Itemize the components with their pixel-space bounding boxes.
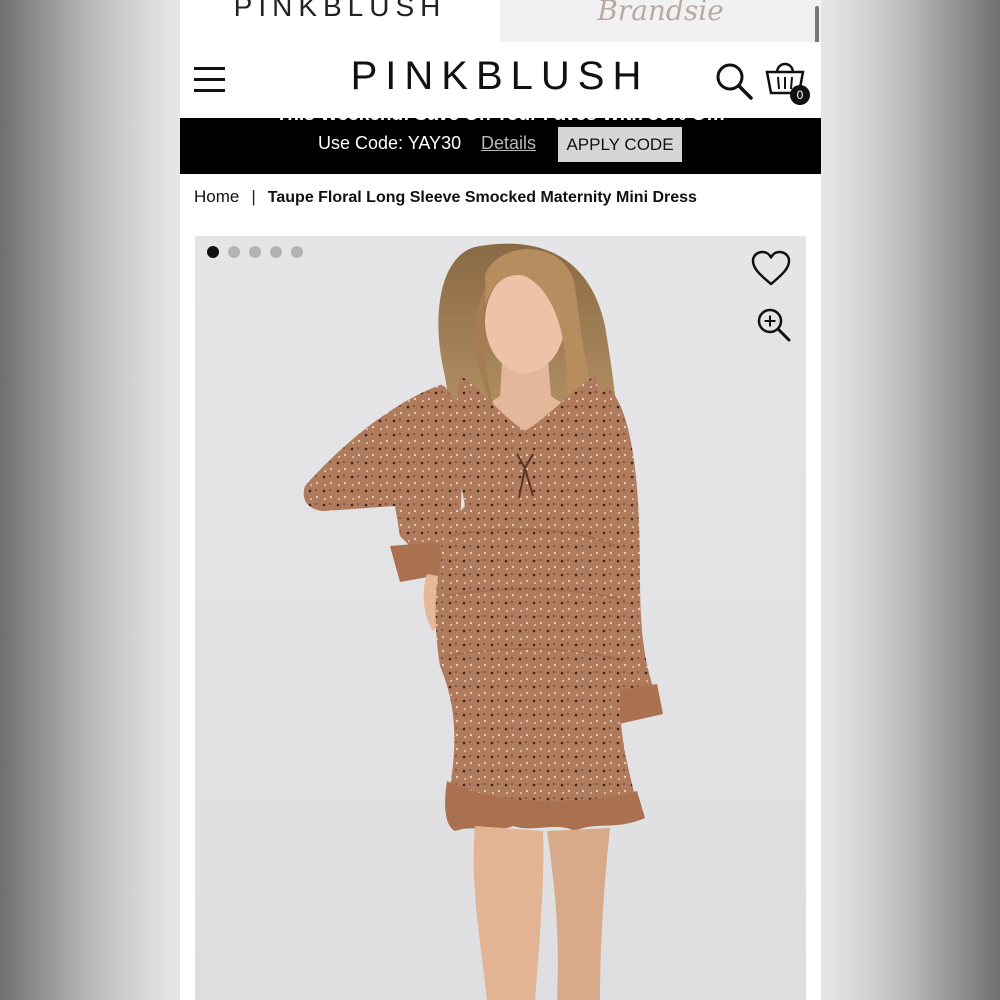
gallery-dot-5[interactable] (291, 246, 303, 258)
mobile-page: PINKBLUSH Brandsie PINKBLUSH 0 This (180, 0, 821, 1000)
apply-code-button[interactable]: APPLY CODE (558, 127, 682, 162)
site-logo[interactable]: PINKBLUSH (330, 54, 670, 99)
gallery-pagination (207, 246, 303, 258)
heart-icon[interactable] (751, 250, 791, 288)
gallery-dot-4[interactable] (270, 246, 282, 258)
brand-tab-brandsie-label: Brandsie (597, 0, 724, 27)
brand-switcher: PINKBLUSH Brandsie (180, 0, 821, 116)
zoom-in-icon[interactable] (756, 307, 792, 343)
product-photo (303, 243, 663, 1000)
gallery-dot-2[interactable] (228, 246, 240, 258)
product-image-gallery[interactable] (195, 236, 806, 1000)
cart-button[interactable]: 0 (764, 57, 810, 105)
search-icon[interactable] (714, 61, 754, 101)
brand-tab-pinkblush[interactable]: PINKBLUSH (180, 0, 500, 42)
brand-tab-brandsie[interactable]: Brandsie (500, 0, 821, 42)
promo-details-link[interactable]: Details (481, 133, 536, 154)
breadcrumb-home[interactable]: Home (194, 187, 239, 206)
promo-banner: This Weekend: Save On Your Faves With 30… (180, 118, 821, 174)
gallery-dot-3[interactable] (249, 246, 261, 258)
gallery-dot-1[interactable] (207, 246, 219, 258)
site-header: PINKBLUSH 0 (180, 42, 821, 118)
menu-icon[interactable] (194, 67, 226, 93)
breadcrumb: Home | Taupe Floral Long Sleeve Smocked Ma… (194, 187, 697, 207)
promo-code-text: Use Code: YAY30 (318, 133, 462, 153)
promo-headline: This Weekend: Save On Your Faves With 30… (180, 118, 821, 126)
brand-tab-pinkblush-label: PINKBLUSH (233, 0, 447, 22)
breadcrumb-current: Taupe Floral Long Sleeve Smocked Materni… (267, 189, 697, 206)
cart-count-badge: 0 (790, 85, 810, 105)
breadcrumb-separator: | (251, 187, 256, 206)
